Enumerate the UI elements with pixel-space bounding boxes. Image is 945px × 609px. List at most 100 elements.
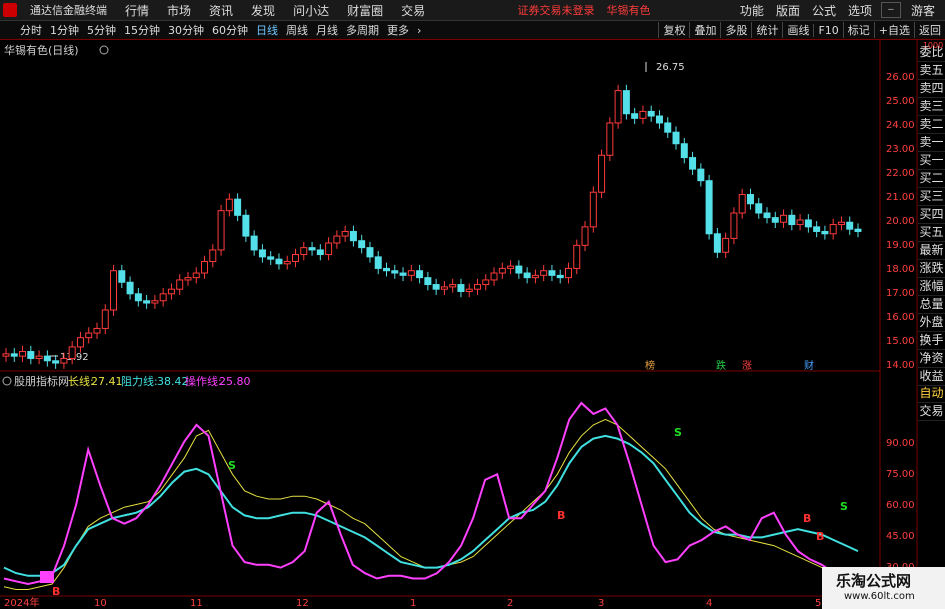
menu-trade[interactable]: 交易 <box>392 2 434 19</box>
marker-fall[interactable]: 跌 <box>716 359 726 372</box>
menu-bar: 通达信金融终端 行情 市场 资讯 发现 问小达 财富圈 交易 证券交易未登录 华… <box>0 0 945 21</box>
candle-body <box>540 270 548 276</box>
menu-market[interactable]: 市场 <box>158 2 200 19</box>
operation-line-label: 操作线: <box>185 374 222 388</box>
quote-item[interactable]: 卖二 <box>918 116 945 134</box>
menu-functions[interactable]: 功能 <box>734 2 770 19</box>
indicator-options-icon[interactable] <box>2 376 12 386</box>
quote-item[interactable]: 外盘 <box>918 314 945 332</box>
quote-item[interactable]: 卖一 <box>918 134 945 152</box>
chart-area[interactable]: 华锡有色(日线) 股朋指标网 长线: 27.41 阻力线: 38.42 操作线:… <box>0 0 945 609</box>
x-tick-label: 2 <box>507 598 513 609</box>
tool-statistics[interactable]: 统计 <box>751 22 782 38</box>
marker-finance[interactable]: 财 <box>804 359 814 372</box>
price-tick: 26.00 <box>886 72 915 83</box>
menu-formula[interactable]: 公式 <box>806 2 842 19</box>
login-notice[interactable]: 证券交易未登录 <box>512 2 601 18</box>
high-price-label: 26.75 <box>656 62 685 73</box>
period-30min[interactable]: 30分钟 <box>164 22 208 38</box>
quote-item[interactable]: 买三 <box>918 188 945 206</box>
minimize-icon[interactable]: ‒ <box>880 2 901 18</box>
resistance-line-label: 阻力线: <box>121 374 158 388</box>
quote-item[interactable]: 最新 <box>918 242 945 260</box>
quote-item[interactable]: 涨跌 <box>918 260 945 278</box>
quote-item[interactable]: 委比 <box>918 44 945 62</box>
candle-body <box>292 254 300 262</box>
user-label[interactable]: 游客 <box>901 2 945 19</box>
price-tick: 20.00 <box>886 216 915 227</box>
menu-ask[interactable]: 问小达 <box>284 2 338 19</box>
tool-multi-stock[interactable]: 多股 <box>720 22 751 38</box>
candle-body <box>176 279 184 290</box>
period-monthly[interactable]: 月线 <box>312 22 342 38</box>
quote-item[interactable]: 涨幅 <box>918 278 945 296</box>
candle-body <box>217 210 225 251</box>
candle-body <box>573 244 581 269</box>
tool-mark[interactable]: 标记 <box>842 22 874 38</box>
candle-body <box>622 90 630 115</box>
sell-signal: S <box>840 500 848 513</box>
indicator-tick: 45.00 <box>886 531 915 542</box>
sell-signal: S <box>228 459 236 472</box>
candle-body <box>275 258 283 265</box>
resistance-line-value: 38.42 <box>157 375 189 388</box>
tool-adjust[interactable]: 复权 <box>658 22 689 38</box>
marker-rise[interactable]: 涨 <box>742 360 752 372</box>
menu-quotes[interactable]: 行情 <box>116 2 158 19</box>
tool-draw-line[interactable]: 画线 <box>782 22 813 38</box>
candle-body <box>52 360 60 364</box>
candle-body <box>68 346 76 359</box>
candle-body <box>225 198 233 212</box>
candle-body <box>449 284 457 288</box>
quote-item[interactable]: 卖五 <box>918 62 945 80</box>
candle-body <box>606 122 614 156</box>
tool-overlay[interactable]: 叠加 <box>689 22 720 38</box>
tool-f10[interactable]: F10 <box>813 23 842 37</box>
buy-signal: B <box>52 585 60 598</box>
period-timeshare[interactable]: 分时 <box>0 22 46 38</box>
period-more[interactable]: 更多 <box>383 22 413 38</box>
menu-options[interactable]: 选项 <box>842 2 878 19</box>
period-daily[interactable]: 日线 <box>252 22 282 38</box>
quote-item[interactable]: 总量 <box>918 296 945 314</box>
menu-layout[interactable]: 版面 <box>770 2 806 19</box>
tool-add-watchlist[interactable]: +自选 <box>873 22 914 38</box>
quote-item[interactable]: 卖四 <box>918 80 945 98</box>
candle-body <box>19 351 27 357</box>
quote-item[interactable]: 买五 <box>918 224 945 242</box>
quote-item[interactable]: 收益 <box>918 368 945 386</box>
candle-body <box>316 249 324 256</box>
menu-discover[interactable]: 发现 <box>242 2 284 19</box>
candle-body <box>374 256 382 269</box>
candle-body <box>267 256 275 260</box>
trade-button[interactable]: 交易 <box>918 403 945 421</box>
chevron-right-icon[interactable]: › <box>413 24 425 37</box>
period-15min[interactable]: 15分钟 <box>120 22 164 38</box>
watermark-url: www.60lt.com <box>844 591 915 602</box>
indicator-tick: 90.00 <box>886 438 915 449</box>
menu-wealth[interactable]: 财富圈 <box>338 2 392 19</box>
operation-line-series <box>3 401 859 588</box>
quote-item[interactable]: 卖三 <box>918 98 945 116</box>
marker-rank[interactable]: 榜 <box>645 359 655 372</box>
quote-item[interactable]: 买一 <box>918 152 945 170</box>
quote-item[interactable]: 换手 <box>918 332 945 350</box>
quote-item[interactable]: 买二 <box>918 170 945 188</box>
candle-body <box>85 332 93 339</box>
period-1min[interactable]: 1分钟 <box>46 22 83 38</box>
candle-body <box>424 277 432 286</box>
chart-options-icon[interactable] <box>99 45 109 55</box>
period-multi[interactable]: 多周期 <box>342 22 383 38</box>
app-title: 通达信金融终端 <box>30 4 107 17</box>
signal-highlight-box <box>40 571 54 583</box>
menu-news[interactable]: 资讯 <box>200 2 242 19</box>
quote-item[interactable]: 买四 <box>918 206 945 224</box>
period-60min[interactable]: 60分钟 <box>208 22 252 38</box>
indicator-name: 股朋指标网 <box>14 374 69 388</box>
period-5min[interactable]: 5分钟 <box>83 22 120 38</box>
period-weekly[interactable]: 周线 <box>282 22 312 38</box>
auto-trade-button[interactable]: 自动 <box>918 385 945 403</box>
tool-back[interactable]: 返回 <box>914 22 945 38</box>
candle-body <box>498 267 506 274</box>
quote-item[interactable]: 净资 <box>918 350 945 368</box>
